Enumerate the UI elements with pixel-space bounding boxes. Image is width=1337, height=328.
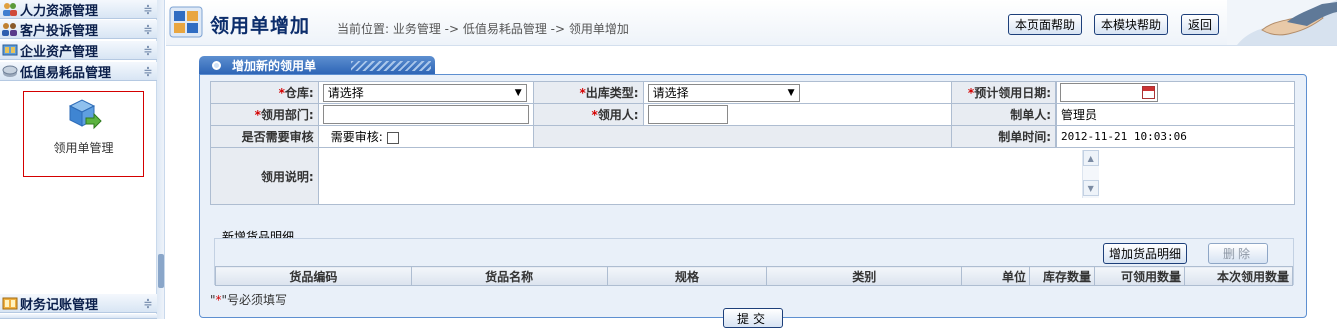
sidebar: 人力资源管理 ≑ 客户投诉管理 ≑ 企业资产管理 ≑ 低值易耗品管理 ≑ 领用单…	[0, 0, 157, 319]
sidebar-section-hr[interactable]: 人力资源管理 ≑	[0, 0, 157, 19]
page-title: 领用单增加	[210, 15, 311, 37]
need-review-checkbox-label: 需要审核:	[330, 130, 383, 144]
collapse-icon[interactable]: ≑	[139, 294, 157, 312]
created-time-value: 2012-11-21 10:03:06	[1056, 125, 1295, 148]
sidebar-section-label: 财务记账管理	[20, 297, 99, 313]
scroll-up-icon[interactable]: ▲	[1082, 150, 1099, 166]
outbound-type-label: *出库类型:	[532, 81, 644, 104]
column-header[interactable]: 类别	[766, 266, 963, 286]
need-review-checkbox[interactable]	[386, 131, 399, 144]
page-header: 领用单增加 当前位置: 业务管理 -> 低值易耗品管理 -> 领用单增加 本页面…	[166, 0, 1337, 46]
column-header[interactable]: 单位	[961, 266, 1031, 286]
submit-button[interactable]: 提交	[723, 308, 783, 328]
creator-value: 管理员	[1056, 103, 1295, 126]
form-panel: 增加新的领用单 *仓库: 请选择 ▼ *出库类型: 请选择 ▼ *领用部门: *…	[199, 56, 1307, 328]
collapse-icon[interactable]: ≑	[139, 0, 157, 18]
people-icon	[2, 2, 18, 16]
page-help-button[interactable]: 本页面帮助	[1008, 14, 1083, 35]
add-detail-button[interactable]: 增加货品明细	[1103, 243, 1188, 264]
column-header[interactable]: 本次领用数量	[1183, 266, 1294, 286]
collapse-icon[interactable]: ≑	[139, 20, 157, 38]
recipient-input[interactable]	[647, 105, 728, 124]
sidebar-item-requisition[interactable]: 领用单管理	[23, 91, 144, 177]
description-textarea[interactable]: ▲ ▼	[320, 150, 1101, 202]
asset-icon	[2, 43, 18, 57]
expected-date-input[interactable]	[1060, 83, 1158, 102]
column-header[interactable]: 规格	[606, 266, 768, 286]
column-header[interactable]: 可领用数量	[1094, 266, 1185, 286]
splitter-grip[interactable]	[158, 254, 164, 288]
sidebar-section-assets[interactable]: 企业资产管理 ≑	[0, 41, 157, 60]
sidebar-section-next	[0, 314, 157, 319]
created-time-label: 制单时间:	[951, 125, 1056, 148]
recipient-label: *领用人:	[532, 103, 644, 126]
app-logo-icon	[169, 6, 203, 41]
back-button[interactable]: 返回	[1181, 14, 1220, 35]
tab-stripes	[351, 61, 431, 71]
collapse-icon[interactable]: ≑	[139, 62, 157, 80]
sidebar-item-label: 领用单管理	[53, 141, 114, 155]
module-help-button[interactable]: 本模块帮助	[1094, 14, 1169, 35]
sidebar-splitter[interactable]	[157, 0, 165, 319]
sidebar-section-label: 客户投诉管理	[20, 23, 99, 39]
detail-table: 货品编码 货品名称 规格 类别 单位 库存数量 可领用数量 本次领用数量	[215, 266, 1294, 286]
requisition-icon	[66, 98, 102, 133]
required-note: "*"号必须填写	[210, 293, 288, 307]
outbound-type-select[interactable]: 请选择 ▼	[647, 83, 800, 102]
expected-date-label: * 预计领用日期:	[951, 81, 1056, 104]
detail-section: 增加货品明细 删除 货品编码 货品名称 规格 类别 单位 库存数量 可领用数量	[214, 238, 1294, 286]
sidebar-section-consumables[interactable]: 低值易耗品管理 ≑	[0, 62, 157, 81]
chevron-down-icon: ▼	[787, 87, 795, 98]
sidebar-section-finance[interactable]: 财务记账管理 ≑	[0, 294, 157, 313]
sidebar-section-label: 人力资源管理	[20, 3, 99, 19]
sidebar-section-label: 企业资产管理	[20, 44, 99, 60]
handshake-banner-icon	[1227, 0, 1337, 45]
panel-tab-title: 增加新的领用单	[232, 59, 317, 73]
department-input[interactable]	[322, 105, 529, 124]
breadcrumb: 当前位置: 业务管理 -> 低值易耗品管理 -> 领用单增加	[337, 22, 629, 36]
detail-table-header: 货品编码 货品名称 规格 类别 单位 库存数量 可领用数量 本次领用数量	[215, 266, 1294, 286]
description-label: 领用说明:	[210, 147, 319, 205]
textarea-scrollbar[interactable]: ▲ ▼	[1081, 150, 1099, 198]
delete-detail-button[interactable]: 删除	[1208, 243, 1268, 264]
department-label: *领用部门:	[210, 103, 319, 126]
column-header[interactable]: 库存数量	[1029, 266, 1096, 286]
chevron-down-icon: ▼	[514, 87, 522, 98]
sidebar-section-label: 低值易耗品管理	[20, 65, 112, 81]
creator-label: 制单人:	[951, 103, 1056, 126]
finance-icon	[2, 296, 18, 310]
customer-icon	[2, 22, 18, 36]
column-header[interactable]: 货品名称	[410, 266, 608, 286]
sidebar-section-complaints[interactable]: 客户投诉管理 ≑	[0, 20, 157, 39]
warehouse-select[interactable]: 请选择 ▼	[322, 83, 527, 102]
consumables-icon	[2, 64, 18, 78]
tab-bullet-icon	[212, 61, 221, 70]
need-review-label: 是否需要审核	[210, 125, 319, 148]
right-fields: * 预计领用日期: 制单人: 管理员 制单时间: 2012-11-21 10:03…	[951, 81, 1295, 150]
scroll-down-icon[interactable]: ▼	[1082, 180, 1099, 196]
calendar-icon[interactable]	[1142, 86, 1155, 99]
column-header[interactable]: 货品编码	[215, 266, 412, 286]
warehouse-label: *仓库:	[210, 81, 319, 104]
panel-body: *仓库: 请选择 ▼ *出库类型: 请选择 ▼ *领用部门: *领用人: 是否需…	[199, 74, 1307, 328]
collapse-icon[interactable]: ≑	[139, 41, 157, 59]
panel-tab: 增加新的领用单	[199, 56, 435, 75]
